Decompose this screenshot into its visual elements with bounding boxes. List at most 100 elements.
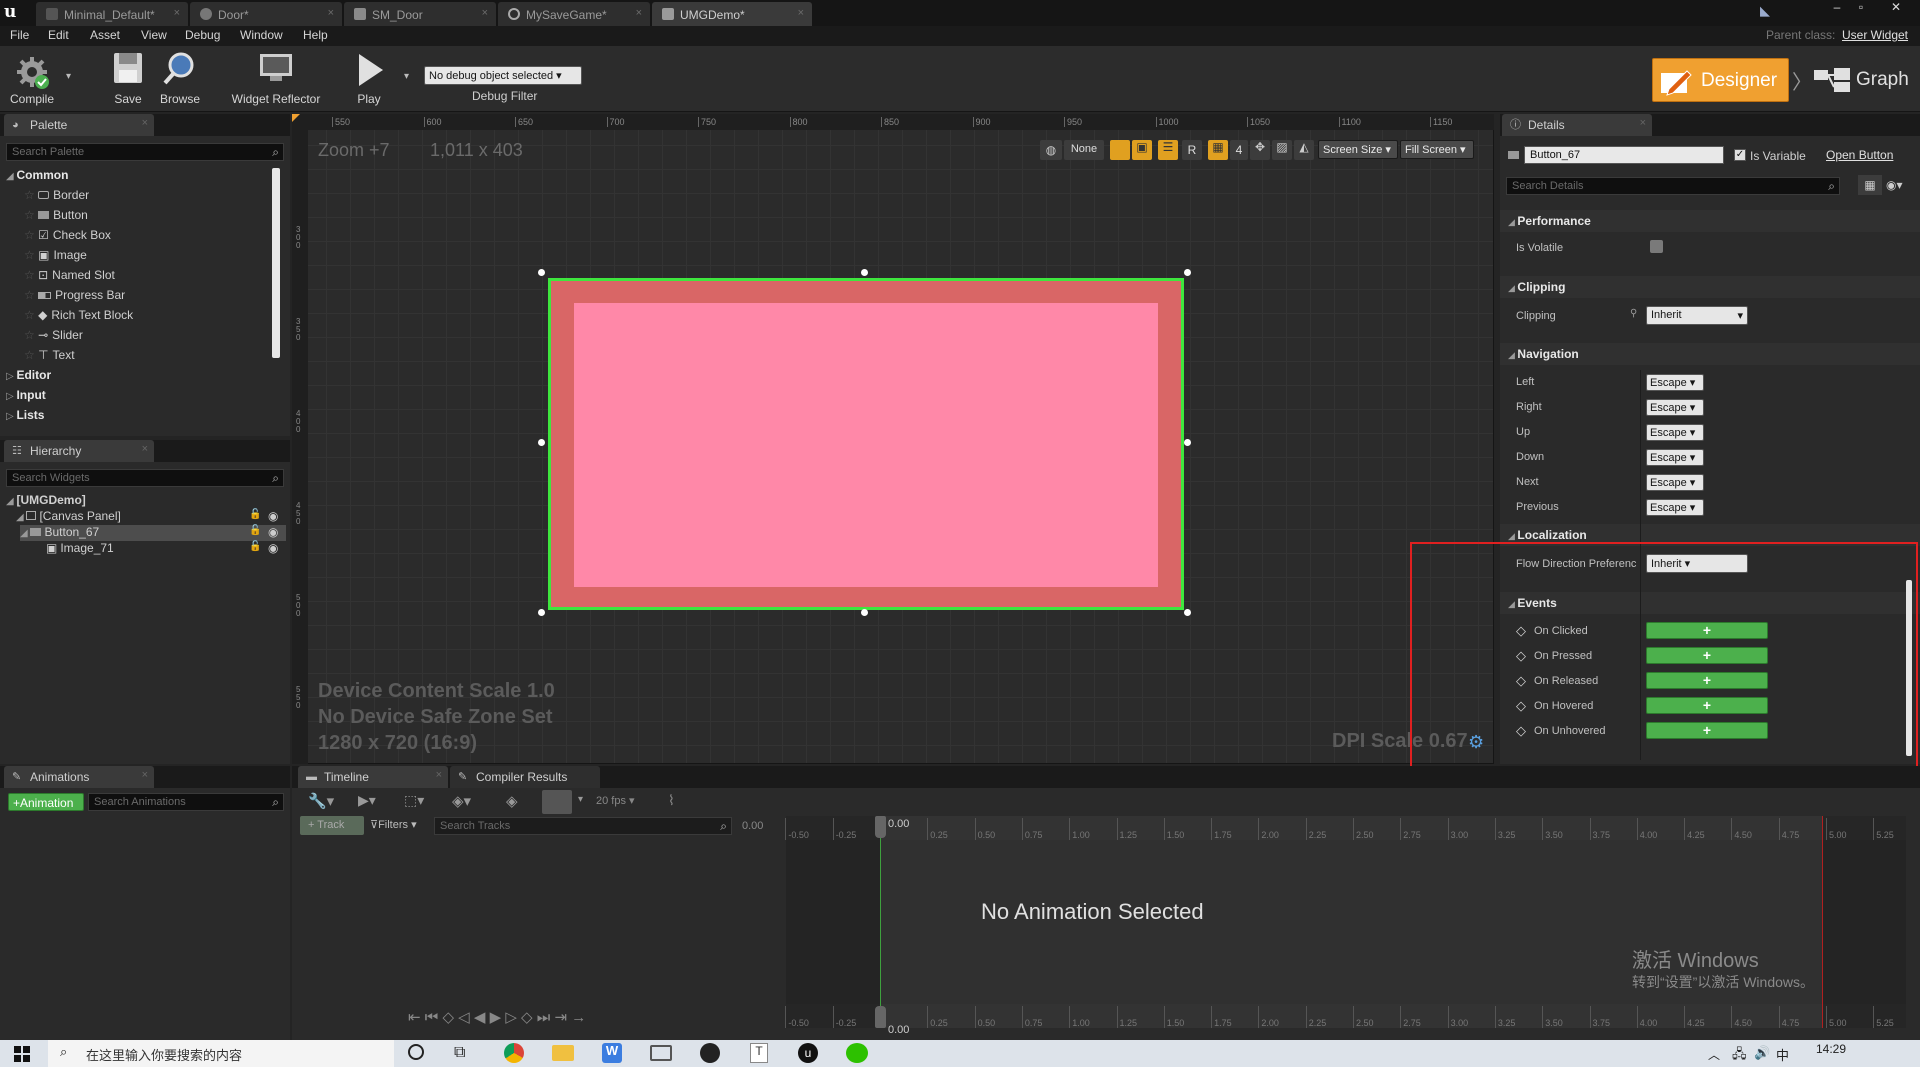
hierarchy-item-canvas-panel[interactable]: ◢ [Canvas Panel] 🔓 ◉ (16, 509, 286, 525)
menu-asset[interactable]: Asset (90, 28, 120, 42)
step-forward-key-icon[interactable]: ⏭ (537, 1009, 551, 1026)
tab-door[interactable]: Door* × (190, 2, 342, 26)
resize-handle[interactable] (538, 269, 545, 276)
playhead-line[interactable] (880, 816, 881, 1028)
hierarchy-item-root[interactable]: ◢ [UMGDemo] (6, 493, 286, 509)
navigation-next-select[interactable]: Escape (1646, 474, 1704, 491)
auto-key-chevron-icon[interactable]: ▾ (578, 794, 583, 805)
globe-icon[interactable]: ◍ (1040, 140, 1062, 160)
close-icon[interactable]: × (1640, 117, 1646, 129)
file-explorer-icon[interactable] (552, 1045, 574, 1061)
wrench-icon[interactable]: 🔧▾ (308, 792, 334, 810)
palette-category-lists[interactable]: ▷ Lists (6, 408, 44, 428)
typora-icon[interactable]: T (750, 1043, 768, 1063)
menu-help[interactable]: Help (303, 28, 328, 42)
resize-handle[interactable] (1184, 609, 1191, 616)
lock-icon[interactable]: 🔓 (249, 525, 261, 536)
play-options-chevron-icon[interactable]: ▾ (404, 71, 409, 82)
tab-animations[interactable]: ✎ Animations × (4, 766, 154, 788)
palette-category-editor[interactable]: ▷ Editor (6, 368, 51, 388)
maximize-button[interactable]: ▫ (1852, 0, 1870, 14)
visibility-eye-icon[interactable]: ◉ (268, 541, 278, 555)
notification-icon[interactable]: ◣ (1760, 3, 1778, 18)
resize-handle[interactable] (861, 269, 868, 276)
animations-search-input[interactable]: Search Animations ⌕ (88, 793, 284, 811)
widget-name-input[interactable]: Button_67 (1524, 146, 1724, 164)
compile-button[interactable]: Compile (4, 50, 60, 110)
windows-start-icon[interactable] (14, 1046, 30, 1062)
jump-end-icon[interactable]: ⇥ (554, 1009, 567, 1026)
tray-chevron-icon[interactable]: ︿ (1708, 1046, 1720, 1063)
reverse-play-icon[interactable]: ◀ (474, 1009, 486, 1026)
close-icon[interactable]: × (482, 7, 488, 19)
tab-details[interactable]: ⓘ Details × (1502, 114, 1652, 136)
graph-mode-button[interactable]: Graph (1812, 62, 1916, 98)
auto-key-button[interactable] (542, 790, 572, 814)
snap-toggle-icon[interactable] (1110, 140, 1130, 160)
key-add-icon[interactable]: ◈ (506, 792, 518, 810)
loop-icon[interactable]: → (571, 1009, 586, 1026)
tab-umgdemo[interactable]: UMGDemo* × (652, 2, 812, 26)
curve-icon[interactable]: ◭ (1294, 140, 1314, 160)
close-icon[interactable]: × (142, 117, 148, 129)
close-window-button[interactable]: ✕ (1878, 0, 1914, 14)
palette-scrollbar[interactable] (272, 168, 280, 358)
clipping-select[interactable]: Inherit (1646, 306, 1748, 325)
debug-object-select[interactable]: No debug object selected (424, 66, 582, 85)
palette-item-check-box[interactable]: ☆ ☑ Check Box (24, 228, 270, 248)
step-back-key-icon[interactable]: ⏮ (425, 1009, 439, 1026)
palette-item-slider[interactable]: ☆ ⊸ Slider (24, 328, 270, 348)
transform-icon[interactable]: ✥ (1250, 140, 1270, 160)
details-search-input[interactable]: Search Details ⌕ (1506, 177, 1840, 195)
tab-compiler-results[interactable]: ✎ Compiler Results (450, 766, 600, 788)
lock-toggle-icon[interactable]: ▣ (1132, 140, 1152, 160)
add-track-button[interactable]: + Track (300, 816, 364, 835)
menu-debug[interactable]: Debug (185, 28, 220, 42)
clipping-reset-icon[interactable]: ⚲ (1630, 308, 1637, 319)
tray-ime-indicator[interactable]: 中 (1776, 1045, 1789, 1064)
close-icon[interactable]: × (174, 7, 180, 19)
menu-file[interactable]: File (10, 28, 29, 42)
close-icon[interactable]: × (142, 443, 148, 455)
tab-timeline[interactable]: ▬ Timeline × (298, 766, 448, 788)
save-button[interactable]: Save (106, 50, 150, 110)
search-tracks-input[interactable]: Search Tracks ⌕ (434, 817, 732, 835)
resize-handle[interactable] (1184, 269, 1191, 276)
lock-icon[interactable]: 🔓 (249, 509, 261, 520)
fill-screen-dropdown[interactable]: Fill Screen ▾ (1400, 140, 1474, 159)
resize-handle[interactable] (861, 609, 868, 616)
next-key-icon[interactable]: ◇ (521, 1009, 533, 1026)
palette-item-text[interactable]: ☆ ⊤ Text (24, 348, 270, 368)
widget-reflector-button[interactable]: Widget Reflector (226, 50, 326, 110)
palette-category-input[interactable]: ▷ Input (6, 388, 46, 408)
navigation-previous-select[interactable]: Escape (1646, 499, 1704, 516)
palette-item-rich-text-block[interactable]: ☆ ◆ Rich Text Block (24, 308, 270, 328)
hierarchy-item-image[interactable]: ▣ Image_71 🔓 ◉ (46, 541, 286, 557)
tab-palette[interactable]: ◕ Palette × (4, 114, 154, 136)
hierarchy-item-button[interactable]: ◢ Button_67 🔓 ◉ (20, 525, 286, 541)
menu-edit[interactable]: Edit (48, 28, 69, 42)
tab-minimal-default[interactable]: Minimal_Default* × (36, 2, 188, 26)
close-icon[interactable]: × (436, 769, 442, 781)
resize-handle[interactable] (538, 439, 545, 446)
menu-view[interactable]: View (141, 28, 167, 42)
task-view-icon[interactable]: ⧉ (454, 1044, 465, 1062)
navigation-right-select[interactable]: Escape (1646, 399, 1704, 416)
play-forward-icon[interactable]: ▶ (490, 1009, 502, 1026)
close-icon[interactable]: × (142, 769, 148, 781)
tray-clock[interactable]: 14:29 (1816, 1042, 1846, 1056)
monitor-app-icon[interactable] (650, 1045, 672, 1061)
layout-toggle-icon[interactable]: ☰ (1158, 140, 1178, 160)
grid-size-value[interactable]: 4 (1230, 140, 1248, 160)
hierarchy-search-input[interactable]: Search Widgets ⌕ (6, 469, 284, 487)
navigation-down-select[interactable]: Escape (1646, 449, 1704, 466)
tab-sm-door[interactable]: SM_Door × (344, 2, 496, 26)
chrome-icon[interactable] (504, 1043, 524, 1063)
palette-search-input[interactable]: Search Palette ⌕ (6, 143, 284, 161)
taskbar-search-box[interactable]: ⌕ 在这里输入你要搜索的内容 (48, 1040, 394, 1067)
resize-handle[interactable] (1184, 439, 1191, 446)
minimize-button[interactable]: – (1828, 0, 1846, 14)
grid-snap-icon[interactable]: ▦ (1208, 140, 1228, 160)
step-back-icon[interactable]: ◁ (458, 1009, 470, 1026)
navigation-left-select[interactable]: Escape (1646, 374, 1704, 391)
